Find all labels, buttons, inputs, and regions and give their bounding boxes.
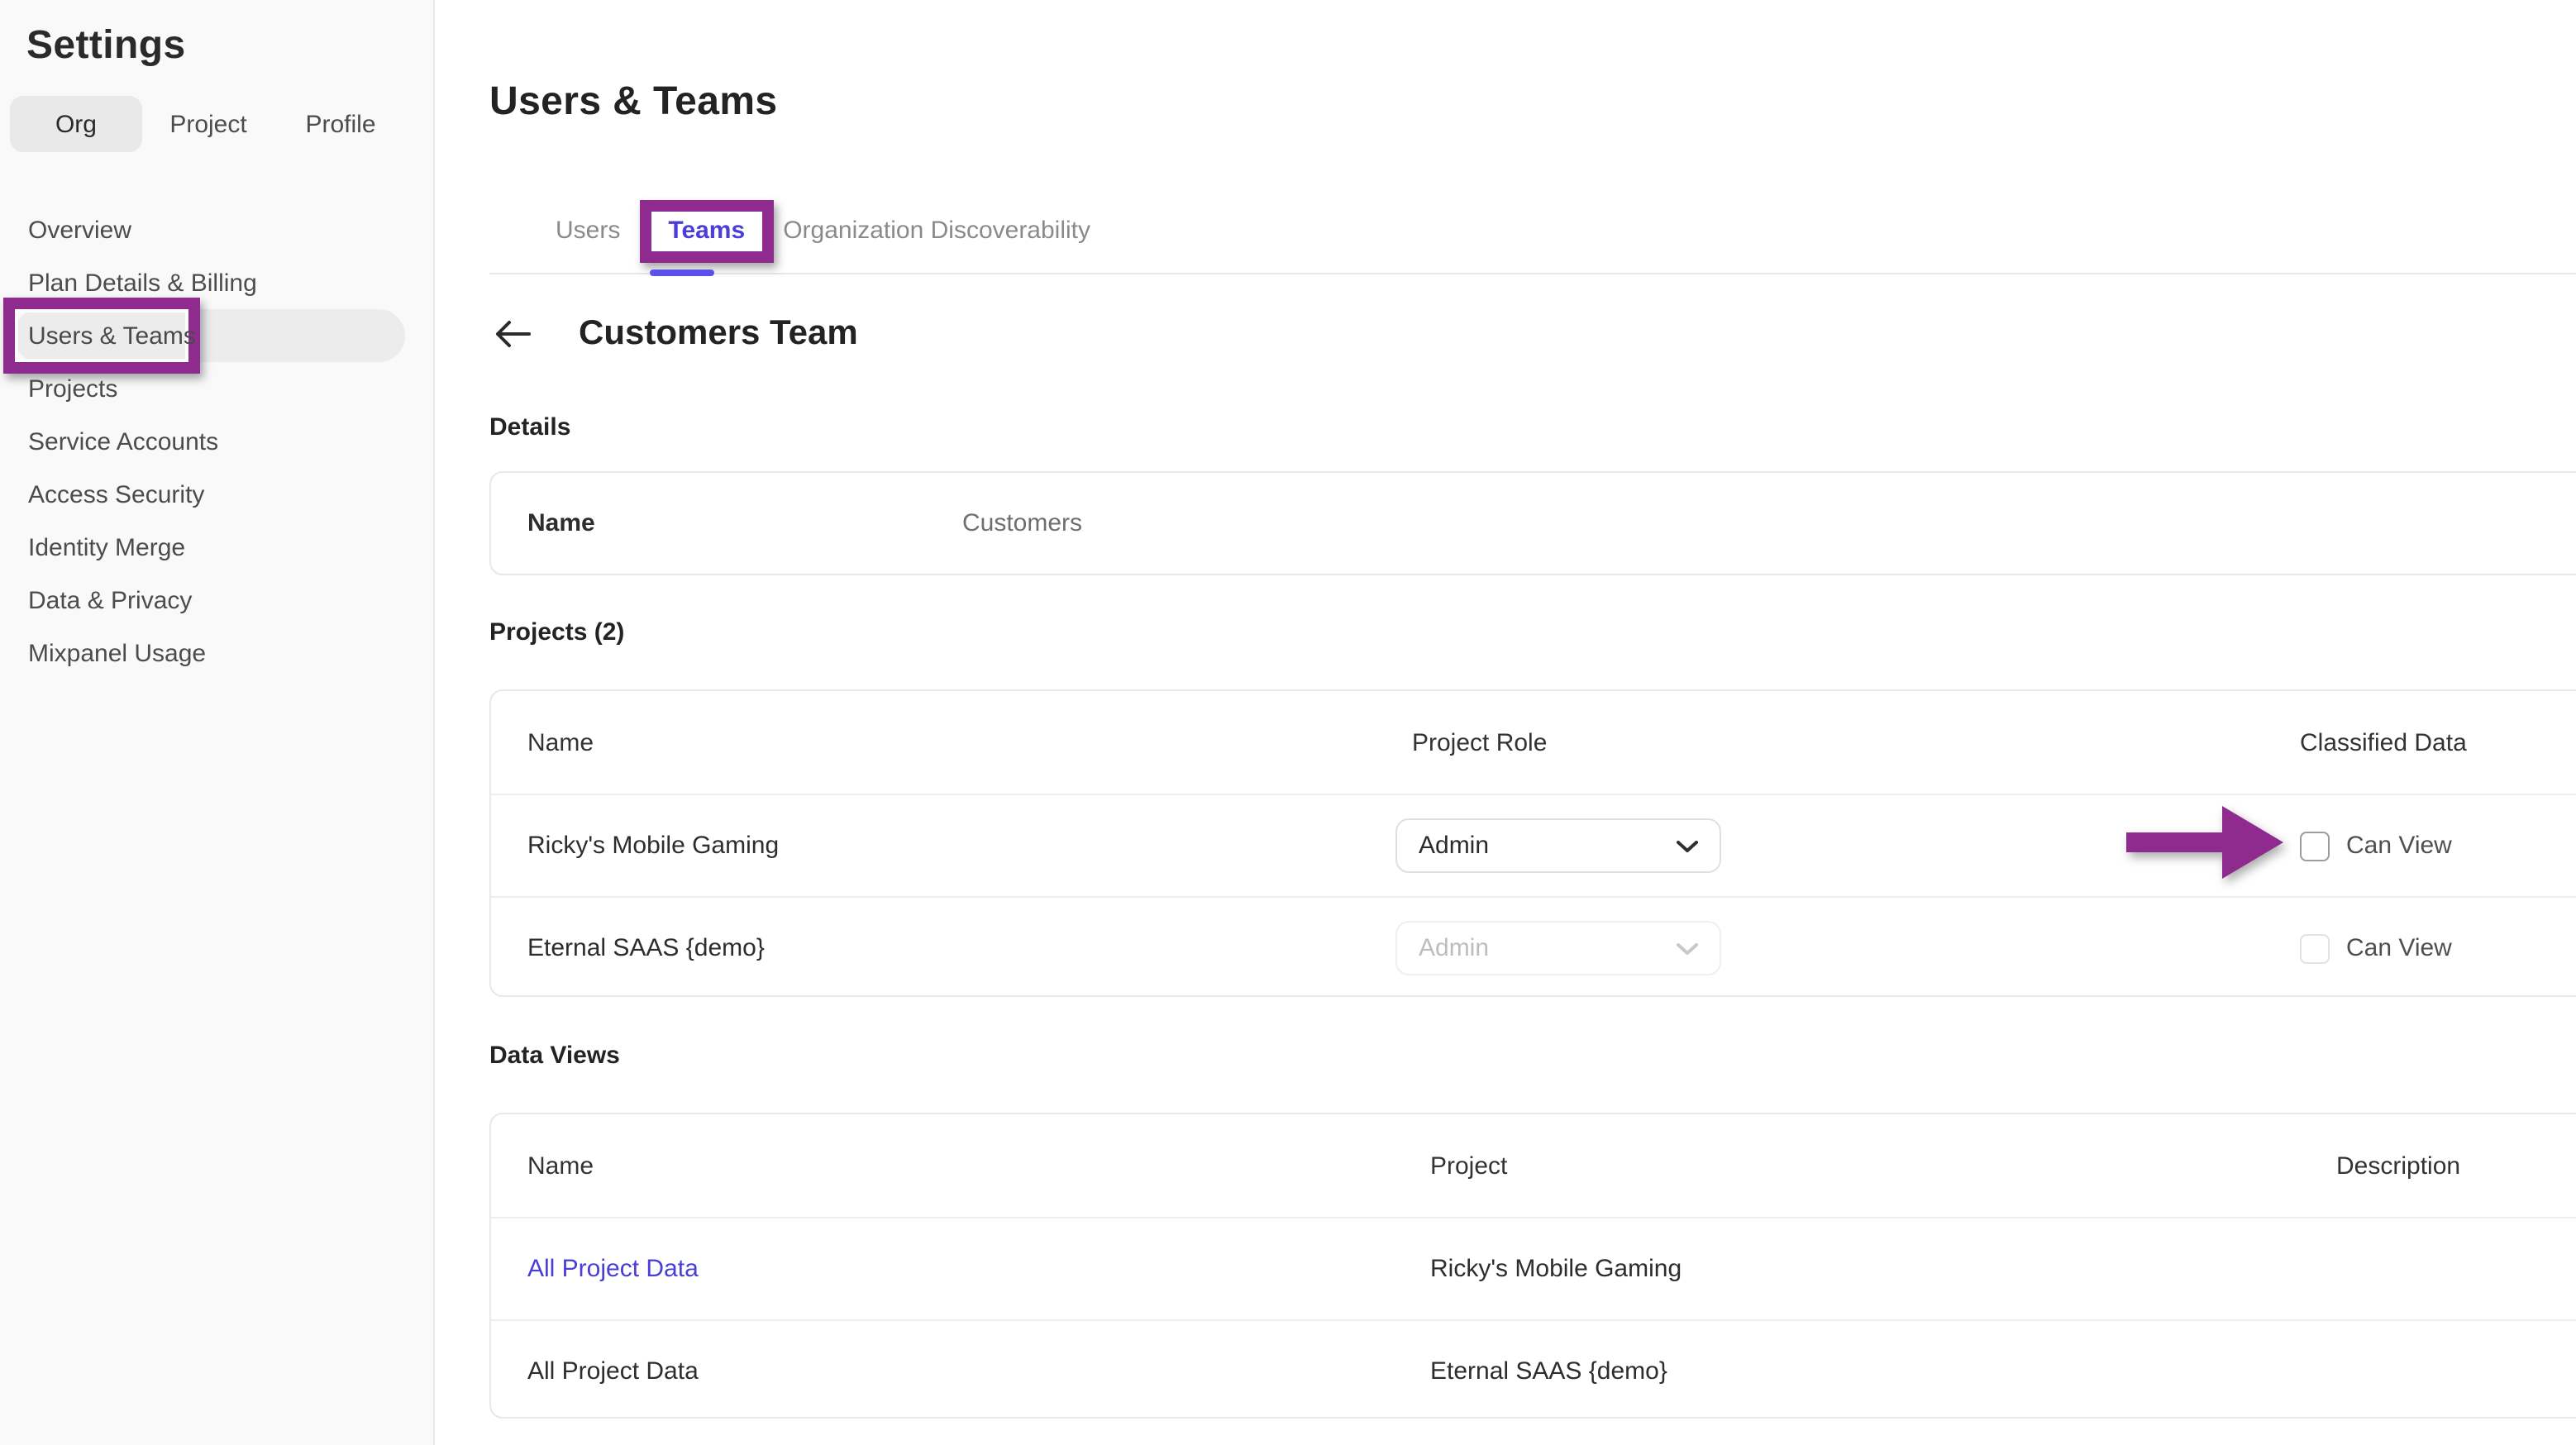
can-view-checkbox[interactable] [2300, 831, 2330, 861]
data-view-name-link[interactable]: All Project Data [491, 1255, 1430, 1283]
details-name-row: Name Customers [491, 473, 2576, 574]
settings-page: Settings Org Project Profile Overview Pl… [0, 0, 2576, 1445]
data-views-col-project: Project [1430, 1152, 2336, 1180]
back-arrow-icon[interactable] [489, 311, 536, 357]
users-teams-main: Users & Teams Users Teams Organization D… [436, 0, 2576, 1445]
details-card: Name Customers [489, 471, 2576, 575]
sidebar-item-users-teams[interactable]: Users & Teams [0, 309, 433, 362]
settings-title: Settings [26, 23, 186, 69]
projects-col-name: Name [491, 728, 1395, 756]
annotation-box-teams: Teams [640, 199, 773, 262]
table-row-project-ricky: Ricky's Mobile Gaming Admin Can View [491, 794, 2576, 896]
sidebar-item-data-privacy[interactable]: Data & Privacy [0, 574, 433, 627]
users-teams-tabs: Users Teams Organization Discoverability [489, 188, 2576, 274]
data-views-col-description: Description [2336, 1152, 2576, 1180]
details-name-label: Name [491, 509, 962, 537]
settings-sidebar: Settings Org Project Profile Overview Pl… [0, 0, 435, 1445]
tab-teams[interactable]: Teams [668, 216, 745, 244]
projects-table-header: Name Project Role Classified Data [491, 691, 2576, 794]
can-view-label: Can View [2346, 832, 2452, 860]
sidebar-item-service-accounts[interactable]: Service Accounts [0, 415, 433, 468]
annotation-arrow [2126, 804, 2285, 888]
chevron-down-icon [1677, 942, 1698, 955]
table-row-project-eternal: Eternal SAAS {demo} Admin Can View [491, 896, 2576, 999]
chevron-down-icon [1677, 839, 1698, 852]
projects-heading: Projects (2) [489, 618, 624, 646]
scope-tab-org[interactable]: Org [10, 96, 142, 152]
team-title: Customers Team [579, 314, 858, 354]
tab-users[interactable]: Users [556, 217, 620, 245]
table-row-data-view-ricky: All Project Data Ricky's Mobile Gaming [491, 1217, 2576, 1319]
can-view-label: Can View [2346, 934, 2452, 962]
data-views-table: Name Project Description All Project Dat… [489, 1113, 2576, 1419]
scope-tab-project[interactable]: Project [142, 96, 274, 152]
sidebar-item-identity-merge[interactable]: Identity Merge [0, 521, 433, 574]
data-view-project: Ricky's Mobile Gaming [1430, 1255, 2336, 1283]
details-name-value: Customers [962, 509, 2576, 537]
sidebar-item-mixpanel-usage[interactable]: Mixpanel Usage [0, 627, 433, 680]
table-row-data-view-eternal: All Project Data Eternal SAAS {demo} [491, 1319, 2576, 1422]
projects-col-classified: Classified Data [2300, 728, 2576, 756]
active-tab-indicator [650, 269, 714, 276]
project-name: Eternal SAAS {demo} [491, 934, 1395, 962]
data-views-table-header: Name Project Description [491, 1114, 2576, 1217]
settings-scope-tabs: Org Project Profile [10, 96, 407, 152]
sidebar-item-overview[interactable]: Overview [0, 203, 433, 256]
data-views-heading: Data Views [489, 1042, 620, 1070]
projects-table: Name Project Role Classified Data Ricky'… [489, 689, 2576, 997]
data-views-col-name: Name [491, 1152, 1430, 1180]
project-name: Ricky's Mobile Gaming [491, 832, 1395, 860]
project-role-select-disabled: Admin [1395, 921, 1721, 975]
projects-col-role: Project Role [1395, 728, 2300, 756]
scope-tab-profile[interactable]: Profile [274, 96, 407, 152]
sidebar-item-access-security[interactable]: Access Security [0, 468, 433, 521]
can-view-checkbox-disabled [2300, 933, 2330, 963]
data-view-project: Eternal SAAS {demo} [1430, 1357, 2336, 1385]
details-heading: Details [489, 413, 570, 441]
data-view-name: All Project Data [491, 1357, 1430, 1385]
project-role-select[interactable]: Admin [1395, 818, 1721, 873]
team-header: Customers Team [489, 311, 858, 357]
settings-nav: Overview Plan Details & Billing Users & … [0, 203, 433, 680]
page-title: Users & Teams [489, 79, 778, 126]
tab-organization-discoverability[interactable]: Organization Discoverability [783, 217, 1090, 245]
